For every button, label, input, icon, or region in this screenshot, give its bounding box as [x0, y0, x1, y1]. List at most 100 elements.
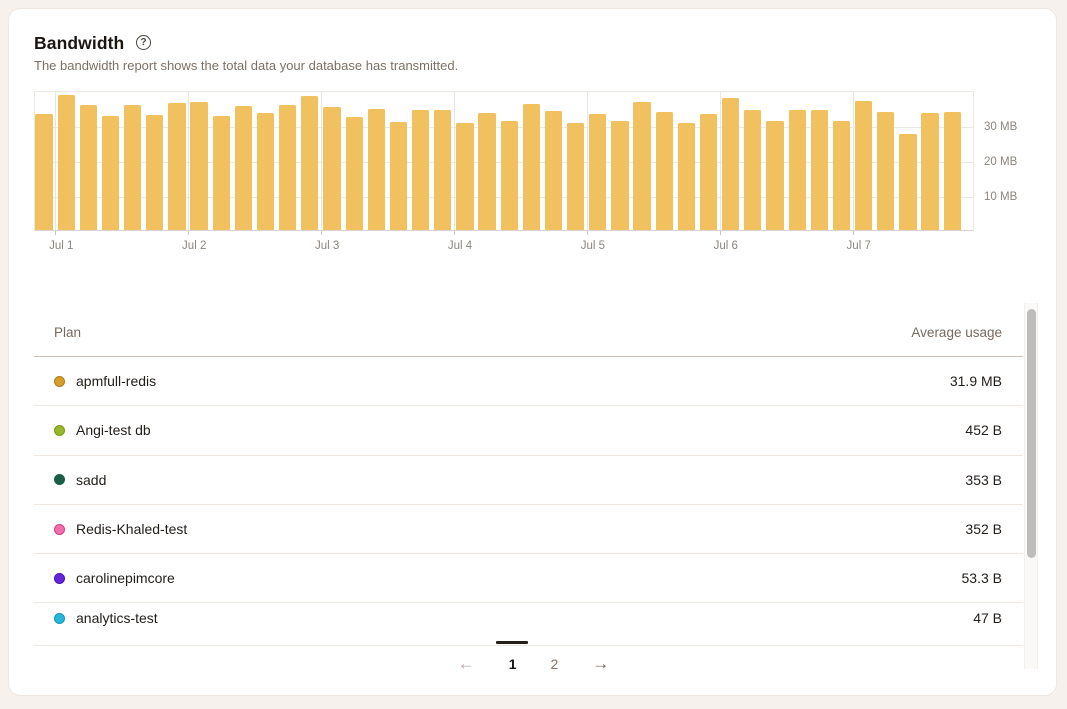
- chart-bar[interactable]: [456, 123, 473, 231]
- average-usage-value: 53.3 B: [962, 570, 1002, 586]
- x-axis-label: Jul 1: [49, 240, 73, 252]
- chart-bar[interactable]: [611, 121, 628, 230]
- chart-gridline-vertical: [853, 92, 854, 230]
- x-axis-tick: [853, 231, 854, 235]
- chart-bar[interactable]: [567, 123, 584, 230]
- chart-bar[interactable]: [124, 105, 141, 230]
- column-header-plan: Plan: [54, 325, 81, 340]
- plan-name: apmfull-redis: [76, 373, 156, 389]
- chart-bar[interactable]: [346, 117, 363, 230]
- chart-bar[interactable]: [80, 105, 97, 230]
- average-usage-value: 353 B: [965, 472, 1002, 488]
- average-usage-value: 47 B: [973, 610, 1002, 626]
- x-axis-label: Jul 4: [448, 240, 472, 252]
- next-page-button[interactable]: →: [586, 652, 615, 676]
- help-icon-glyph: ?: [140, 37, 146, 48]
- chart-bar[interactable]: [301, 96, 318, 230]
- chart-bar[interactable]: [235, 106, 252, 230]
- bandwidth-card: Bandwidth ? The bandwidth report shows t…: [8, 8, 1057, 696]
- page-title: Bandwidth: [34, 33, 124, 54]
- table-row[interactable]: sadd 353 B: [34, 456, 1023, 505]
- x-axis-tick: [188, 231, 189, 235]
- table-row[interactable]: analytics-test 47 B: [34, 604, 1023, 643]
- chart-bar[interactable]: [257, 113, 274, 230]
- chart-bar[interactable]: [35, 114, 52, 230]
- chart-bar[interactable]: [633, 102, 650, 230]
- plan-name: Angi-test db: [76, 422, 151, 438]
- chart-bar[interactable]: [811, 110, 828, 230]
- chart-bar[interactable]: [545, 111, 562, 230]
- plan-color-dot-icon: [54, 376, 65, 387]
- plan-name: analytics-test: [76, 610, 158, 626]
- table-row[interactable]: Redis-Khaled-test352 B: [34, 505, 1023, 554]
- chart-gridline-vertical: [587, 92, 588, 230]
- chart-bar[interactable]: [58, 95, 75, 230]
- table-header-row: Plan Average usage: [34, 314, 1023, 357]
- plan-name: carolinepimcore: [76, 570, 175, 586]
- y-axis-label: 10 MB: [984, 191, 1017, 203]
- chart-bar[interactable]: [190, 102, 207, 230]
- chart-bar[interactable]: [722, 98, 739, 230]
- chart-bar[interactable]: [589, 114, 606, 231]
- chart-bar[interactable]: [279, 105, 296, 230]
- table-row[interactable]: carolinepimcore 53.3 B: [34, 554, 1023, 603]
- plan-color-dot-icon: [54, 573, 65, 584]
- plan-color-dot-icon: [54, 613, 65, 624]
- help-icon[interactable]: ?: [136, 35, 151, 50]
- chart-bar[interactable]: [102, 116, 119, 230]
- column-header-average-usage: Average usage: [911, 325, 1002, 340]
- y-axis-label: 20 MB: [984, 156, 1017, 168]
- chart-bar[interactable]: [899, 134, 916, 230]
- chart-bar[interactable]: [523, 104, 540, 230]
- chart-bar[interactable]: [944, 112, 961, 230]
- chart-gridline-vertical: [188, 92, 189, 230]
- bandwidth-chart: 30 MB20 MB10 MBJul 1Jul 2Jul 3Jul 4Jul 5…: [34, 91, 974, 231]
- page-button-1[interactable]: 1: [503, 652, 523, 676]
- chart-bar[interactable]: [434, 110, 451, 230]
- x-axis-tick: [587, 231, 588, 235]
- page-subtitle: The bandwidth report shows the total dat…: [34, 58, 458, 73]
- plan-name: sadd: [76, 472, 106, 488]
- x-axis-tick: [321, 231, 322, 235]
- chart-bar[interactable]: [700, 114, 717, 231]
- x-axis-tick: [720, 231, 721, 235]
- chart-bar[interactable]: [855, 101, 872, 230]
- pagination-divider: [34, 645, 1023, 646]
- chart-gridline-vertical: [55, 92, 56, 230]
- average-usage-value: 352 B: [965, 521, 1002, 537]
- plan-color-dot-icon: [54, 524, 65, 535]
- y-axis-label: 30 MB: [984, 121, 1017, 133]
- x-axis-label: Jul 7: [847, 240, 871, 252]
- active-page-indicator: [496, 641, 528, 644]
- chart-bar[interactable]: [656, 112, 673, 230]
- chart-bar[interactable]: [678, 123, 695, 231]
- chart-bar[interactable]: [744, 110, 761, 230]
- chart-bar[interactable]: [766, 121, 783, 230]
- chart-bar[interactable]: [501, 121, 518, 230]
- average-usage-value: 452 B: [965, 422, 1002, 438]
- chart-bar[interactable]: [213, 116, 230, 230]
- page-button-2[interactable]: 2: [545, 652, 565, 676]
- previous-page-button[interactable]: ←: [452, 652, 481, 676]
- average-usage-value: 31.9 MB: [950, 373, 1002, 389]
- chart-bar[interactable]: [323, 107, 340, 231]
- chart-bar[interactable]: [478, 113, 495, 230]
- chart-bar[interactable]: [146, 115, 163, 230]
- chart-bar[interactable]: [877, 112, 894, 230]
- chart-bar[interactable]: [368, 109, 385, 231]
- x-axis-label: Jul 3: [315, 240, 339, 252]
- chart-bar[interactable]: [168, 103, 185, 230]
- chart-gridline-vertical: [321, 92, 322, 230]
- table-row[interactable]: apmfull-redis 31.9 MB: [34, 357, 1023, 406]
- x-axis-label: Jul 6: [714, 240, 738, 252]
- x-axis-label: Jul 2: [182, 240, 206, 252]
- chart-bar[interactable]: [412, 110, 429, 230]
- chart-gridline-vertical: [720, 92, 721, 230]
- chart-bar[interactable]: [390, 122, 407, 230]
- chart-bar[interactable]: [921, 113, 938, 230]
- table-scrollbar-thumb[interactable]: [1027, 309, 1036, 558]
- chart-bar[interactable]: [833, 121, 850, 231]
- chart-gridline-vertical: [454, 92, 455, 230]
- chart-bar[interactable]: [789, 110, 806, 230]
- table-row[interactable]: Angi-test db 452 B: [34, 406, 1023, 455]
